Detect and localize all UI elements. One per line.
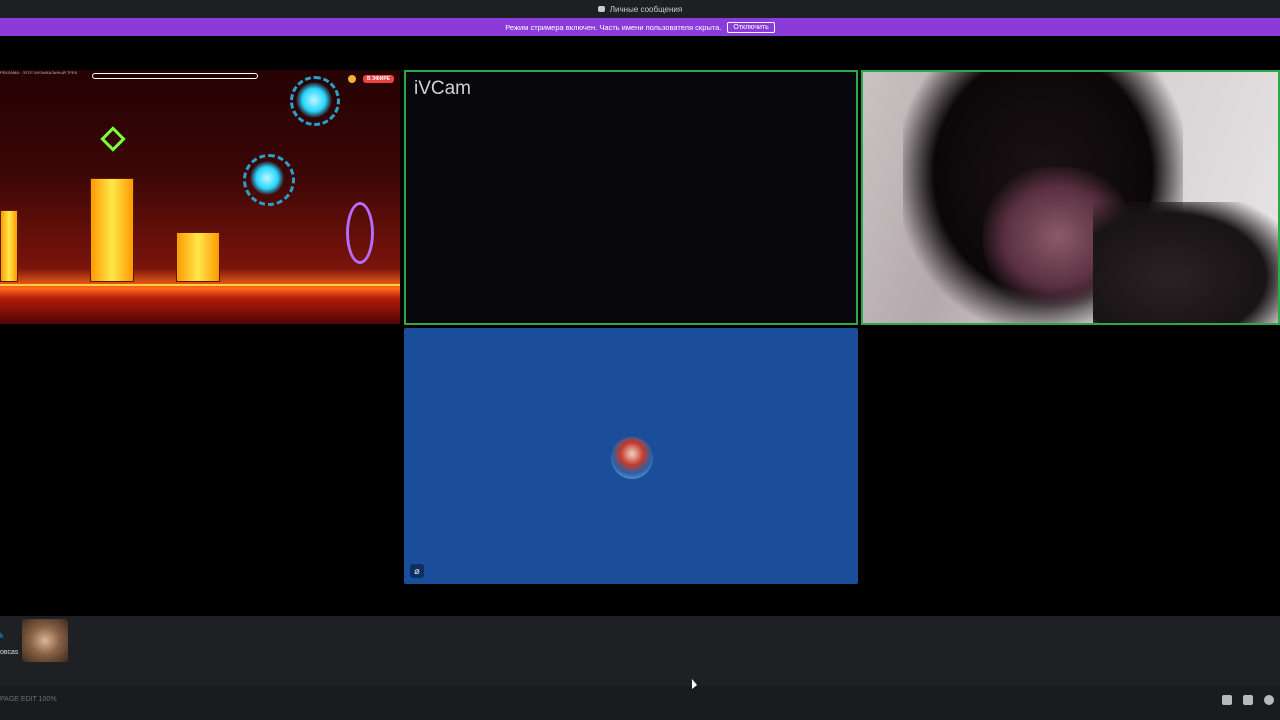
webcam-person-body xyxy=(1093,202,1278,323)
streamer-mode-banner: Режим стримера включен. Часть имени поль… xyxy=(0,18,1280,36)
footer-bar: PAGE EDIT 100% xyxy=(0,686,1280,720)
game-orb xyxy=(296,82,332,118)
game-hud-text: РЕКЛАМА · ЭТОТ МУЗЫКАЛЬНЫЙ ТРЕК xyxy=(0,70,77,75)
live-badge: В ЭФИРЕ xyxy=(362,75,394,83)
settings-icon[interactable] xyxy=(1264,695,1274,705)
game-progress-bar xyxy=(92,73,258,79)
window-titlebar: Личные сообщения xyxy=(0,0,1280,18)
disable-streamer-mode-button[interactable]: Отключить xyxy=(727,21,775,33)
window-title: Личные сообщения xyxy=(609,4,683,14)
game-orb xyxy=(250,161,284,195)
ivcam-label: iVCam xyxy=(414,78,472,99)
screen-icon[interactable] xyxy=(1222,695,1232,705)
video-tile-ivcam[interactable]: iVCam xyxy=(404,70,858,325)
streamer-mode-message: Режим стримера включен. Часть имени поль… xyxy=(505,22,722,32)
game-player-cube xyxy=(100,126,126,152)
footer-status: PAGE EDIT 100% xyxy=(0,696,57,703)
game-ground-line xyxy=(0,284,400,286)
game-pillar xyxy=(0,210,18,282)
game-pillar xyxy=(90,178,134,282)
activity-icon[interactable] xyxy=(1243,695,1253,705)
game-pillar xyxy=(176,232,220,282)
game-portal xyxy=(346,202,374,264)
participants-strip xyxy=(0,616,1280,686)
participant-subtitle: овсаs xyxy=(0,649,19,656)
mouse-cursor xyxy=(692,679,697,689)
stream-tile-game[interactable]: РЕКЛАМА · ЭТОТ МУЗЫКАЛЬНЫЙ ТРЕК В ЭФИРЕ xyxy=(0,70,400,324)
muted-mic-icon: ⌀ xyxy=(410,564,424,578)
discord-icon xyxy=(597,6,605,12)
warning-icon xyxy=(348,75,356,83)
video-tile-webcam[interactable] xyxy=(861,70,1280,325)
user-avatar xyxy=(611,437,653,479)
voice-tile-avatar[interactable]: ⌀ xyxy=(404,328,858,584)
participant-name[interactable]: k xyxy=(0,633,4,640)
participant-thumbnail[interactable] xyxy=(22,619,68,662)
